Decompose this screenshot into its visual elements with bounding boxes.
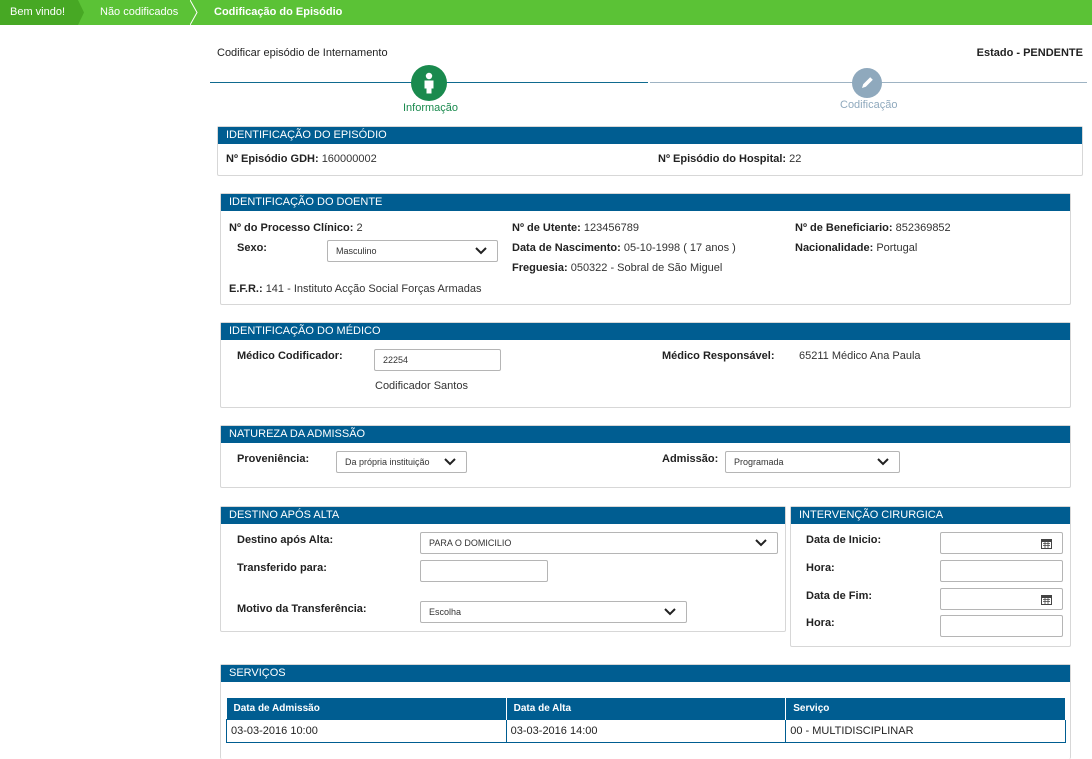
medico-codificador-label: Médico Codificador: bbox=[237, 350, 343, 362]
chevron-down-icon bbox=[755, 539, 767, 547]
destino-select[interactable]: PARA O DOMICILIO bbox=[420, 532, 778, 554]
panel-intervencao: INTERVENÇÃO CIRURGICA Data de Inicio: Ho… bbox=[790, 506, 1071, 647]
page-title: Codificar episódio de Internamento bbox=[217, 47, 388, 59]
breadcrumb-item-home[interactable]: Bem vindo! bbox=[0, 0, 78, 25]
calendar-icon[interactable] bbox=[1041, 594, 1052, 605]
step-informacao-label: Informação bbox=[403, 102, 459, 114]
step-codificacao-label: Codificação bbox=[840, 99, 898, 111]
destino-label: Destino após Alta: bbox=[237, 534, 334, 546]
transferido-label: Transferido para: bbox=[237, 562, 327, 574]
panel-destino: DESTINO APÓS ALTA Destino após Alta: PAR… bbox=[220, 506, 786, 632]
table-cell: 03-03-2016 10:00 bbox=[226, 718, 507, 743]
processo-clinico: Nº do Processo Clínico: 2 bbox=[229, 222, 363, 234]
step-codificacao[interactable] bbox=[852, 68, 882, 98]
data-fim-label: Data de Fim: bbox=[806, 590, 873, 602]
chevron-down-icon bbox=[444, 458, 456, 466]
numero-beneficiario: Nº de Beneficiario: 852369852 bbox=[795, 222, 951, 234]
breadcrumb-item-codificacao: Codificação do Episódio bbox=[214, 6, 343, 18]
efr: E.F.R.: 141 - Instituto Acção Social For… bbox=[229, 283, 482, 295]
pencil-icon bbox=[862, 77, 873, 88]
medico-responsavel-label: Médico Responsável: bbox=[662, 350, 775, 362]
episodio-hospital: Nº Episódio do Hospital: 22 bbox=[658, 153, 802, 165]
column-header[interactable]: Serviço bbox=[785, 698, 1066, 719]
hora-inicio-input[interactable] bbox=[940, 560, 1063, 582]
breadcrumb-item-nao-codificados[interactable]: Não codificados bbox=[90, 0, 178, 25]
status-label: Estado - PENDENTE bbox=[976, 47, 1083, 59]
data-inicio-input[interactable] bbox=[940, 532, 1063, 554]
calendar-icon[interactable] bbox=[1041, 538, 1052, 549]
panel-title: SERVIÇOS bbox=[221, 665, 1070, 682]
hora-inicio-label: Hora: bbox=[806, 562, 835, 574]
hora-fim-input[interactable] bbox=[940, 615, 1063, 637]
person-icon bbox=[424, 72, 434, 94]
breadcrumb-separator-icon bbox=[190, 0, 198, 25]
panel-title: IDENTIFICAÇÃO DO EPISÓDIO bbox=[218, 127, 1082, 144]
sexo-label: Sexo: bbox=[237, 242, 267, 254]
panel-episodio: IDENTIFICAÇÃO DO EPISÓDIO Nº Episódio GD… bbox=[217, 126, 1083, 176]
panel-title: NATUREZA DA ADMISSÃO bbox=[221, 426, 1070, 443]
nacionalidade: Nacionalidade: Portugal bbox=[795, 242, 918, 254]
hora-fim-label: Hora: bbox=[806, 617, 835, 629]
table-header-row: Data de Admissão Data de Alta Serviço bbox=[226, 698, 1066, 719]
panel-servicos: SERVIÇOS Data de Admissão Data de Alta S… bbox=[220, 664, 1071, 759]
table-cell: 00 - MULTIDISCIPLINAR bbox=[785, 718, 1066, 743]
column-header[interactable]: Data de Admissão bbox=[226, 698, 507, 719]
admissao-select[interactable]: Programada bbox=[725, 451, 900, 473]
motivo-select[interactable]: Escolha bbox=[420, 601, 687, 623]
data-fim-input[interactable] bbox=[940, 588, 1063, 610]
chevron-down-icon bbox=[475, 247, 487, 255]
panel-medico: IDENTIFICAÇÃO DO MÉDICO Médico Codificad… bbox=[220, 322, 1071, 408]
proveniencia-select[interactable]: Da própria instituição bbox=[336, 451, 467, 473]
panel-title: DESTINO APÓS ALTA bbox=[221, 507, 785, 524]
breadcrumb: Bem vindo! Não codificados Codificação d… bbox=[0, 0, 1092, 25]
medico-responsavel-value: 65211 Médico Ana Paula bbox=[799, 350, 921, 362]
table-cell: 03-03-2016 14:00 bbox=[505, 718, 787, 743]
sexo-select[interactable]: Masculino bbox=[327, 240, 498, 262]
chevron-down-icon bbox=[877, 458, 889, 466]
admissao-label: Admissão: bbox=[662, 453, 719, 465]
episodio-gdh: Nº Episódio GDH: 160000002 bbox=[226, 153, 377, 165]
chevron-down-icon bbox=[664, 608, 676, 616]
panel-doente: IDENTIFICAÇÃO DO DOENTE Nº do Processo C… bbox=[220, 193, 1071, 305]
numero-utente: Nº de Utente: 123456789 bbox=[512, 222, 639, 234]
transferido-input[interactable] bbox=[420, 560, 548, 582]
freguesia: Freguesia: 050322 - Sobral de São Miguel bbox=[512, 262, 723, 274]
medico-codificador-input[interactable]: 22254 bbox=[374, 349, 501, 371]
step-informacao[interactable] bbox=[411, 65, 447, 101]
panel-admissao: NATUREZA DA ADMISSÃO Proveniência: Da pr… bbox=[220, 425, 1071, 488]
motivo-label: Motivo da Transferência: bbox=[237, 603, 367, 615]
data-nascimento: Data de Nascimento: 05-10-1998 ( 17 anos… bbox=[512, 242, 736, 254]
proveniencia-label: Proveniência: bbox=[237, 453, 310, 465]
panel-title: IDENTIFICAÇÃO DO MÉDICO bbox=[221, 323, 1070, 340]
data-inicio-label: Data de Inicio: bbox=[806, 534, 882, 546]
medico-codificador-name: Codificador Santos bbox=[375, 380, 468, 392]
panel-title: INTERVENÇÃO CIRURGICA bbox=[791, 507, 1070, 524]
breadcrumb-separator-icon bbox=[78, 0, 84, 25]
panel-title: IDENTIFICAÇÃO DO DOENTE bbox=[221, 194, 1070, 211]
column-header[interactable]: Data de Alta bbox=[506, 698, 787, 719]
servicos-table: Data de Admissão Data de Alta Serviço 03… bbox=[226, 698, 1066, 743]
table-row[interactable]: 03-03-2016 10:00 03-03-2016 14:00 00 - M… bbox=[226, 718, 1066, 743]
